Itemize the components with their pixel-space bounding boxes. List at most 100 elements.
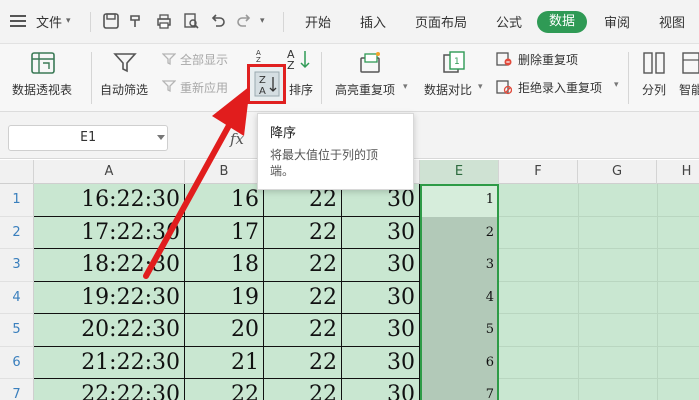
cell-c[interactable]: 22 (264, 249, 342, 282)
cell-a[interactable]: 17:22:30 (34, 216, 185, 249)
cell-a[interactable]: 18:22:30 (34, 249, 185, 282)
spreadsheet-window: 文件 ▾ ▾ 开始 插入 页面布局 公式 数据 审阅 视图 数据透视表 自动筛选… (0, 0, 699, 400)
cell-b[interactable]: 16 (185, 184, 264, 217)
cell-b[interactable]: 18 (185, 249, 264, 282)
smart-fill-button[interactable]: 智能 (679, 81, 699, 98)
tab-insert[interactable]: 插入 (360, 12, 386, 31)
split-columns-icon[interactable] (642, 50, 666, 76)
tooltip-title: 降序 (270, 126, 297, 141)
split-columns-button[interactable]: 分列 (642, 81, 666, 98)
row-header[interactable]: 3 (0, 249, 34, 282)
filter-icon[interactable] (112, 50, 138, 76)
cell-b[interactable]: 20 (185, 314, 264, 347)
data-compare-chevron-icon[interactable]: ▾ (478, 82, 483, 92)
cell-c[interactable]: 22 (264, 281, 342, 314)
svg-text:Z: Z (259, 75, 266, 86)
sort-descending-tooltip: 降序 将最大值位于列的顶端。 (257, 113, 414, 190)
tab-data[interactable]: 数据 (537, 11, 587, 33)
tab-formulas[interactable]: 公式 (496, 12, 522, 31)
cell-a[interactable]: 22:22:30 (34, 379, 185, 400)
sort-icon[interactable]: A Z (286, 48, 312, 70)
cell-d[interactable]: 30 (342, 216, 420, 249)
column-header-a[interactable]: A (34, 160, 185, 184)
cell-a[interactable]: 20:22:30 (34, 314, 185, 347)
pivot-table-button[interactable]: 数据透视表 (12, 81, 72, 98)
row-header[interactable]: 2 (0, 216, 34, 249)
column-header-f[interactable]: F (499, 160, 578, 184)
tab-review[interactable]: 审阅 (604, 12, 630, 31)
hamburger-icon[interactable] (10, 15, 26, 27)
cell-c[interactable]: 22 (264, 314, 342, 347)
cell-c[interactable]: 22 (264, 379, 342, 400)
cell-d[interactable]: 30 (342, 249, 420, 282)
cell-b[interactable]: 22 (185, 379, 264, 400)
cell-a[interactable]: 21:22:30 (34, 346, 185, 379)
cell-a[interactable]: 16:22:30 (34, 184, 185, 217)
svg-text:Z: Z (256, 56, 261, 62)
fx-icon[interactable]: fx (230, 130, 244, 148)
cell-b[interactable]: 21 (185, 346, 264, 379)
file-menu[interactable]: 文件 (36, 12, 62, 31)
cell-d[interactable]: 30 (342, 314, 420, 347)
save-icon[interactable] (102, 12, 120, 30)
cell-a[interactable]: 19:22:30 (34, 281, 185, 314)
row-header[interactable]: 6 (0, 346, 34, 379)
data-compare-button[interactable]: 数据对比 (424, 81, 472, 98)
print-preview-icon[interactable] (182, 12, 200, 30)
column-header-h[interactable]: H (657, 160, 699, 184)
svg-text:Z: Z (287, 59, 295, 70)
row-header[interactable]: 1 (0, 184, 34, 217)
svg-text:A: A (259, 86, 266, 97)
reject-duplicates-chevron-icon[interactable]: ▾ (614, 80, 619, 90)
name-box[interactable]: E1 (8, 125, 168, 151)
reapply-button[interactable]: 重新应用 (180, 79, 228, 96)
row-header[interactable]: 4 (0, 281, 34, 314)
cell-d[interactable]: 30 (342, 379, 420, 400)
sort-ascending-icon[interactable]: A Z (255, 48, 271, 62)
cell-c[interactable]: 22 (264, 216, 342, 249)
sort-button[interactable]: 排序 (289, 81, 313, 98)
show-all-button[interactable]: 全部显示 (180, 51, 228, 68)
cell-d[interactable]: 30 (342, 346, 420, 379)
remove-duplicates-icon[interactable] (496, 51, 512, 67)
tab-view[interactable]: 视图 (659, 12, 685, 31)
format-painter-icon[interactable] (128, 12, 146, 30)
column-header-g[interactable]: G (578, 160, 657, 184)
file-menu-chevron-icon[interactable]: ▾ (66, 16, 71, 26)
data-compare-icon[interactable]: 1 (441, 50, 467, 76)
cell-c[interactable]: 22 (264, 346, 342, 379)
tab-page-layout[interactable]: 页面布局 (415, 12, 467, 31)
reapply-icon[interactable] (162, 79, 176, 93)
highlight-duplicates-icon[interactable] (358, 50, 384, 76)
grid-line (499, 248, 699, 249)
column-header-b[interactable]: B (185, 160, 264, 184)
sheet-grid[interactable]: 16:22:30 16 22 30 1 17:22:30 17 22 30 2 18:22:30 18… (34, 184, 699, 400)
sort-descending-icon[interactable]: Z A (254, 71, 280, 97)
cell-d[interactable]: 30 (342, 281, 420, 314)
quick-access-chevron-icon[interactable]: ▾ (260, 16, 265, 26)
reject-duplicates-button[interactable]: 拒绝录入重复项 (518, 79, 602, 96)
cell-b[interactable]: 17 (185, 216, 264, 249)
cell-b[interactable]: 19 (185, 281, 264, 314)
pivot-table-icon[interactable] (30, 50, 56, 76)
show-all-icon[interactable] (162, 52, 176, 66)
grid-line (499, 313, 699, 314)
smart-fill-icon[interactable] (681, 50, 699, 76)
row-header[interactable]: 5 (0, 314, 34, 347)
grid-line (499, 378, 699, 379)
grid-line (499, 215, 699, 217)
reject-duplicates-icon[interactable] (496, 79, 512, 95)
highlight-duplicates-chevron-icon[interactable]: ▾ (403, 82, 408, 92)
select-all-corner[interactable] (0, 160, 34, 184)
row-header[interactable]: 7 (0, 379, 34, 400)
highlight-duplicates-button[interactable]: 高亮重复项 (335, 81, 395, 98)
print-icon[interactable] (155, 12, 173, 30)
column-header-e[interactable]: E (420, 160, 499, 184)
name-box-chevron-icon[interactable] (157, 135, 165, 140)
tab-home[interactable]: 开始 (305, 12, 331, 31)
remove-duplicates-button[interactable]: 删除重复项 (518, 51, 578, 68)
grid-line (499, 280, 699, 282)
redo-icon[interactable] (235, 12, 253, 30)
undo-icon[interactable] (209, 12, 227, 30)
autofilter-button[interactable]: 自动筛选 (100, 81, 148, 98)
